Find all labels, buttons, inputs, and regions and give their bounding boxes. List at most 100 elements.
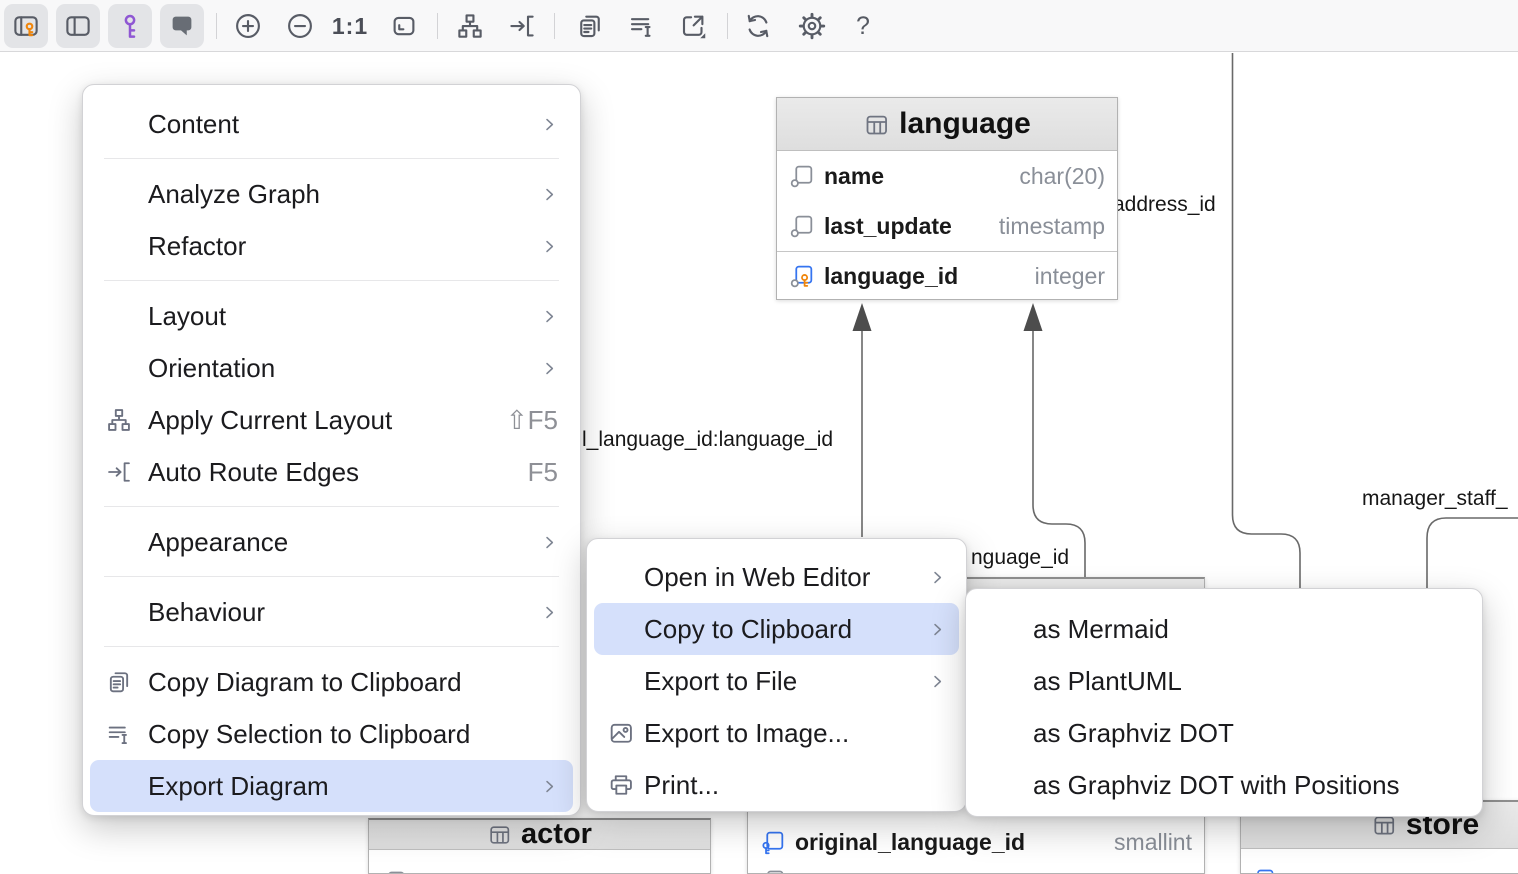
export-icon — [678, 11, 708, 41]
menu-item-open-in-web-editor[interactable]: Open in Web Editor — [587, 551, 966, 603]
table-column-row[interactable]: original_language_id smallint — [748, 819, 1204, 865]
show-keys-toggle-button[interactable] — [108, 4, 152, 48]
menu-shortcut: F5 — [528, 457, 558, 488]
table-icon — [487, 822, 512, 847]
menu-item-as-mermaid[interactable]: as Mermaid — [966, 603, 1482, 655]
table-language[interactable]: language name char(20) last_update times… — [776, 97, 1118, 300]
menu-item-as-graphviz-dot-with-positions[interactable]: as Graphviz DOT with Positions — [966, 759, 1482, 811]
toolbar-divider — [437, 13, 438, 39]
submenu-chevron-icon — [541, 778, 558, 795]
key-icon — [115, 11, 145, 41]
toolbar-divider — [554, 13, 555, 39]
menu-item-as-plantuml[interactable]: as PlantUML — [966, 655, 1482, 707]
menu-item-orientation[interactable]: Orientation — [83, 342, 580, 394]
export-diagram-submenu: Open in Web Editor Copy to Clipboard Exp… — [586, 538, 967, 812]
menu-item-copy-diagram-to-clipboard[interactable]: Copy Diagram to Clipboard — [83, 656, 580, 708]
menu-item-auto-route-edges[interactable]: Auto Route Edges F5 — [83, 446, 580, 498]
menu-item-export-diagram[interactable]: Export Diagram — [90, 760, 573, 812]
primary-key-icon — [789, 263, 816, 290]
diagram-toolbar: 1:1 — [0, 0, 1518, 52]
diagram-editor: address_id l_language_id:language_id ngu… — [0, 0, 1518, 874]
menu-item-export-to-file[interactable]: Export to File — [587, 655, 966, 707]
submenu-chevron-icon — [541, 308, 558, 325]
menu-item-analyze-graph[interactable]: Analyze Graph — [83, 168, 580, 220]
menu-separator — [104, 280, 559, 281]
menu-item-content[interactable]: Content — [83, 98, 580, 150]
comment-icon — [167, 11, 197, 41]
fit-content-button[interactable] — [382, 4, 426, 48]
zoom-out-button[interactable] — [278, 4, 322, 48]
column-icon — [789, 213, 816, 240]
menu-item-copy-selection-to-clipboard[interactable]: Copy Selection to Clipboard — [83, 708, 580, 760]
menu-separator — [104, 158, 559, 159]
table-column-row[interactable]: language_id integer — [777, 252, 1117, 300]
settings-button[interactable] — [790, 4, 834, 48]
help-button[interactable]: ? — [841, 4, 885, 48]
menu-item-copy-to-clipboard[interactable]: Copy to Clipboard — [594, 603, 959, 655]
column-name: name — [824, 163, 884, 190]
table-header[interactable]: actor — [369, 820, 710, 850]
zoom-in-button[interactable] — [226, 4, 270, 48]
menu-separator — [104, 576, 559, 577]
edge-language-id-2 — [1033, 310, 1085, 578]
menu-shortcut: ⇧F5 — [506, 405, 558, 436]
menu-item-as-graphviz-dot[interactable]: as Graphviz DOT — [966, 707, 1482, 759]
actual-size-button[interactable]: 1:1 — [328, 4, 372, 48]
edge-label: address_id — [1113, 193, 1216, 217]
foreign-key-icon — [1251, 867, 1277, 874]
column-type: char(20) — [1019, 163, 1105, 190]
column-icon — [382, 869, 408, 874]
toolbar-divider — [216, 13, 217, 39]
menu-item-apply-current-layout[interactable]: Apply Current Layout ⇧F5 — [83, 394, 580, 446]
menu-item-appearance[interactable]: Appearance — [83, 516, 580, 568]
submenu-chevron-icon — [541, 534, 558, 551]
column-name: language_id — [824, 263, 958, 290]
split-panel-toggle-button[interactable] — [56, 4, 100, 48]
arrowhead — [1024, 303, 1043, 331]
menu-item-behaviour[interactable]: Behaviour — [83, 586, 580, 638]
panel-key-icon — [11, 11, 41, 41]
menu-item-layout[interactable]: Layout — [83, 290, 580, 342]
edge-label: l_language_id:language_id — [582, 428, 833, 452]
submenu-chevron-icon — [541, 116, 558, 133]
split-panel-icon — [63, 11, 93, 41]
table-column-row[interactable]: last_update timestamp — [777, 201, 1117, 251]
submenu-chevron-icon — [929, 673, 946, 690]
copy-to-clipboard-submenu: as Mermaid as PlantUML as Graphviz DOT a… — [965, 588, 1483, 817]
auto-route-icon — [105, 458, 148, 486]
export-button[interactable] — [671, 4, 715, 48]
column-icon — [761, 868, 787, 874]
column-name: last_update — [824, 213, 952, 240]
menu-item-refactor[interactable]: Refactor — [83, 220, 580, 272]
refresh-icon — [743, 11, 773, 41]
copy-selection-button[interactable] — [620, 4, 664, 48]
help-icon: ? — [856, 12, 870, 41]
copy-icon — [575, 11, 605, 41]
apply-layout-button[interactable] — [448, 4, 492, 48]
zoom-ratio-label: 1:1 — [332, 13, 368, 40]
printer-icon — [607, 771, 644, 799]
refresh-button[interactable] — [736, 4, 780, 48]
comments-toggle-button[interactable] — [160, 4, 204, 48]
menu-separator — [104, 506, 559, 507]
panel-key-toggle-button[interactable] — [4, 4, 48, 48]
auto-route-button[interactable] — [500, 4, 544, 48]
column-type: timestamp — [999, 213, 1105, 240]
edge-label: nguage_id — [971, 546, 1069, 570]
foreign-key-icon — [760, 829, 787, 856]
table-actor[interactable]: actor — [368, 818, 711, 874]
submenu-chevron-icon — [929, 569, 946, 586]
menu-separator — [104, 646, 559, 647]
copy-diagram-button[interactable] — [568, 4, 612, 48]
menu-item-print[interactable]: Print... — [587, 759, 966, 811]
copy-icon — [105, 668, 148, 696]
arrowhead — [853, 303, 872, 331]
copy-selection-icon — [627, 11, 657, 41]
table-column-row[interactable]: name char(20) — [777, 151, 1117, 201]
column-type: integer — [1035, 263, 1105, 290]
menu-item-export-to-image[interactable]: Export to Image... — [587, 707, 966, 759]
table-icon — [863, 111, 890, 138]
zoom-out-icon — [285, 11, 315, 41]
settings-icon — [797, 11, 827, 41]
table-header[interactable]: language — [777, 98, 1117, 151]
